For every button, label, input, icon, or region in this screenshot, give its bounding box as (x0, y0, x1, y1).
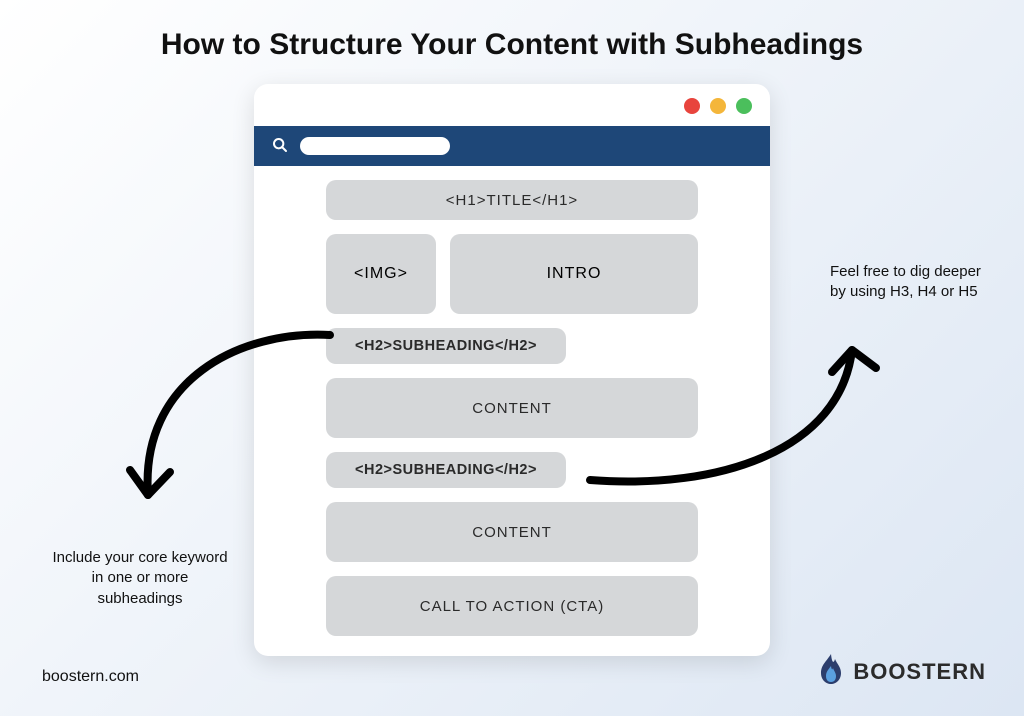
h2-subheading-block-2: <H2>SUBHEADING</H2> (326, 452, 566, 488)
window-close-icon (684, 98, 700, 114)
window-controls (684, 98, 752, 114)
content-block-1: CONTENT (326, 378, 698, 438)
content-block-2: CONTENT (326, 502, 698, 562)
page-title: How to Structure Your Content with Subhe… (0, 28, 1024, 62)
browser-frame: <H1>TITLE</H1> <IMG> INTRO <H2>SUBHEADIN… (254, 84, 770, 656)
brand-logo: BOOSTERN (817, 653, 986, 690)
url-bar (254, 126, 770, 166)
url-input (300, 137, 450, 155)
callout-left-text: Include your core keyword in one or more… (50, 548, 230, 609)
search-icon (272, 137, 288, 156)
img-block: <IMG> (326, 234, 436, 314)
page-layout: <H1>TITLE</H1> <IMG> INTRO <H2>SUBHEADIN… (254, 180, 770, 642)
footer-domain: boostern.com (42, 668, 139, 686)
h1-title-block: <H1>TITLE</H1> (326, 180, 698, 220)
h2-subheading-block-1: <H2>SUBHEADING</H2> (326, 328, 566, 364)
callout-right-text: Feel free to dig deeper by using H3, H4 … (830, 262, 990, 303)
window-minimize-icon (710, 98, 726, 114)
img-intro-row: <IMG> INTRO (326, 234, 698, 314)
intro-block: INTRO (450, 234, 698, 314)
brand-name: BOOSTERN (853, 659, 986, 685)
flame-icon (817, 653, 845, 690)
cta-block: CALL TO ACTION (CTA) (326, 576, 698, 636)
window-zoom-icon (736, 98, 752, 114)
